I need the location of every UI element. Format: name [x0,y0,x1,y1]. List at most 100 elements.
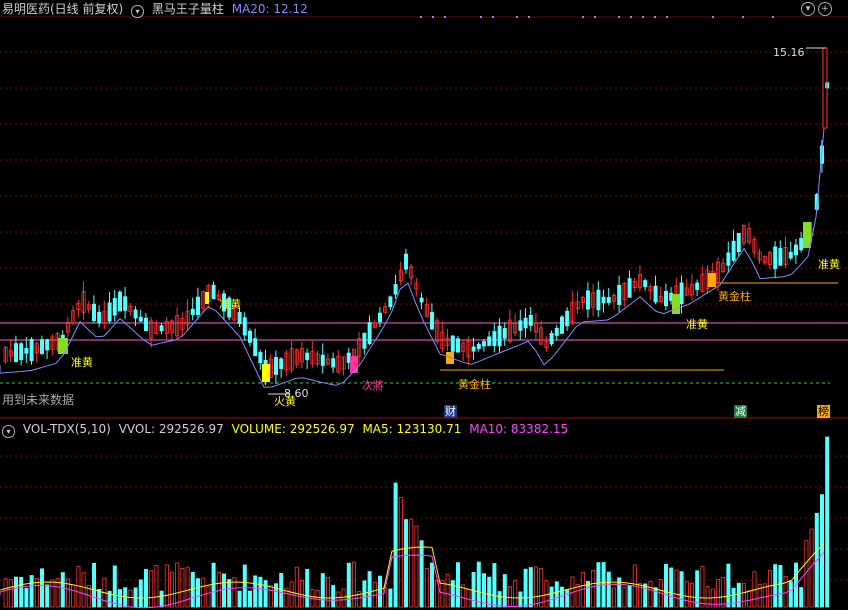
candle-body [107,302,112,322]
volume-bar [367,571,372,608]
candle-body [643,280,648,288]
volume-bar [476,561,481,608]
candle-body [471,346,476,352]
volume-bar [299,580,304,608]
candle-body [736,232,741,253]
volume-bar [66,578,71,608]
volume-bar [341,588,346,608]
volume-bar [664,563,669,608]
volume-bar [549,586,554,608]
volume-bar [471,571,476,608]
candle-body [258,352,263,364]
candle-body [195,296,200,316]
volume-bar [253,575,258,608]
volume-bar [596,562,601,608]
indicator-toggle-icon[interactable]: ▾ [131,5,145,18]
candle-body [794,244,799,256]
volume-bar [481,573,486,608]
volume-bar [305,568,310,608]
volume-bar [440,580,445,608]
signal-candle-1 [205,292,209,304]
candle-body [476,343,481,349]
event-marker-jian[interactable]: 减 [734,405,747,418]
candle-body [617,284,622,305]
signal-label-3: 火黄 [274,395,296,408]
candle-body [455,338,460,353]
candle-body [788,251,793,259]
volume-bar [518,591,523,608]
candle-body [726,252,731,266]
candle-body [320,354,325,366]
volume-bar [726,563,731,608]
volume-bar [8,579,13,608]
candle-body [586,290,591,310]
volume-bar [60,572,65,608]
candle-body [502,328,507,339]
top-marker-1 [432,16,434,18]
volume-bar [653,587,658,608]
volume-bar [227,579,232,608]
ma20-line [0,128,825,388]
candle-body [24,348,29,354]
indicator-name[interactable]: 黑马王子量柱 [152,2,224,16]
event-marker-cai[interactable]: 财 [444,405,457,418]
candle-body [19,343,24,361]
volume-bar [263,580,268,608]
top-marker-8 [594,16,596,18]
event-marker-bang[interactable]: 榜 [817,405,830,418]
candle-body [138,316,143,322]
volume-bar [24,587,29,608]
volume-bar [138,579,143,608]
top-marker-12 [654,16,656,18]
candle-body [554,327,559,336]
vol-indicator-name[interactable]: VOL-TDX(5,10) [23,422,111,436]
top-marker-14 [712,16,714,18]
volume-bar [450,580,455,608]
volume-bar [185,566,190,608]
volume-bar [149,570,154,608]
candle-body [346,352,351,363]
vol-toggle-icon[interactable]: ▾ [2,425,15,438]
volume-bar [398,497,403,608]
candle-body [123,296,128,311]
signal-label-4: 次將 [362,379,384,392]
candle-body [273,357,278,375]
volume-bar [445,573,450,608]
volume-bar [258,576,263,608]
volume-bar [731,587,736,608]
candle-body [695,282,700,290]
volume-bar [788,581,793,608]
top-marker-0 [420,16,422,18]
signal-label-8: 准黄 [818,258,840,271]
volume-bar [112,565,117,608]
volume-bar [502,574,507,608]
volume-bar [591,569,596,608]
volume-bar [216,571,221,608]
candle-body [450,335,455,352]
volume-bar [414,525,419,608]
signal-candle-0 [58,338,68,354]
volume-bar [768,569,773,608]
candle-body [403,253,408,270]
volume-bar [242,564,247,608]
signal-candle-5 [672,294,680,314]
candle-body [731,240,736,261]
volume-bar [606,571,611,608]
zoom-in-icon[interactable]: + [818,2,832,16]
stock-title[interactable]: 易明医药(日线 前复权) [2,2,123,16]
ma5-value: MA5: 123130.71 [362,422,462,436]
volume-bar [45,584,50,608]
volume-bar [237,590,242,608]
zoom-out-icon[interactable]: ▾ [801,2,815,16]
candle-body [112,298,117,316]
vvol-value: VVOL: 292526.97 [118,422,224,436]
volume-bar [19,576,24,608]
candlestick-chart[interactable] [0,0,848,610]
volume-bar [622,586,627,608]
volume-bar [50,579,55,608]
top-marker-2 [444,16,446,18]
candle-body [487,336,492,346]
future-data-label: 用到未来数据 [2,393,75,407]
volume-bar [294,566,299,608]
top-marker-11 [642,16,644,18]
